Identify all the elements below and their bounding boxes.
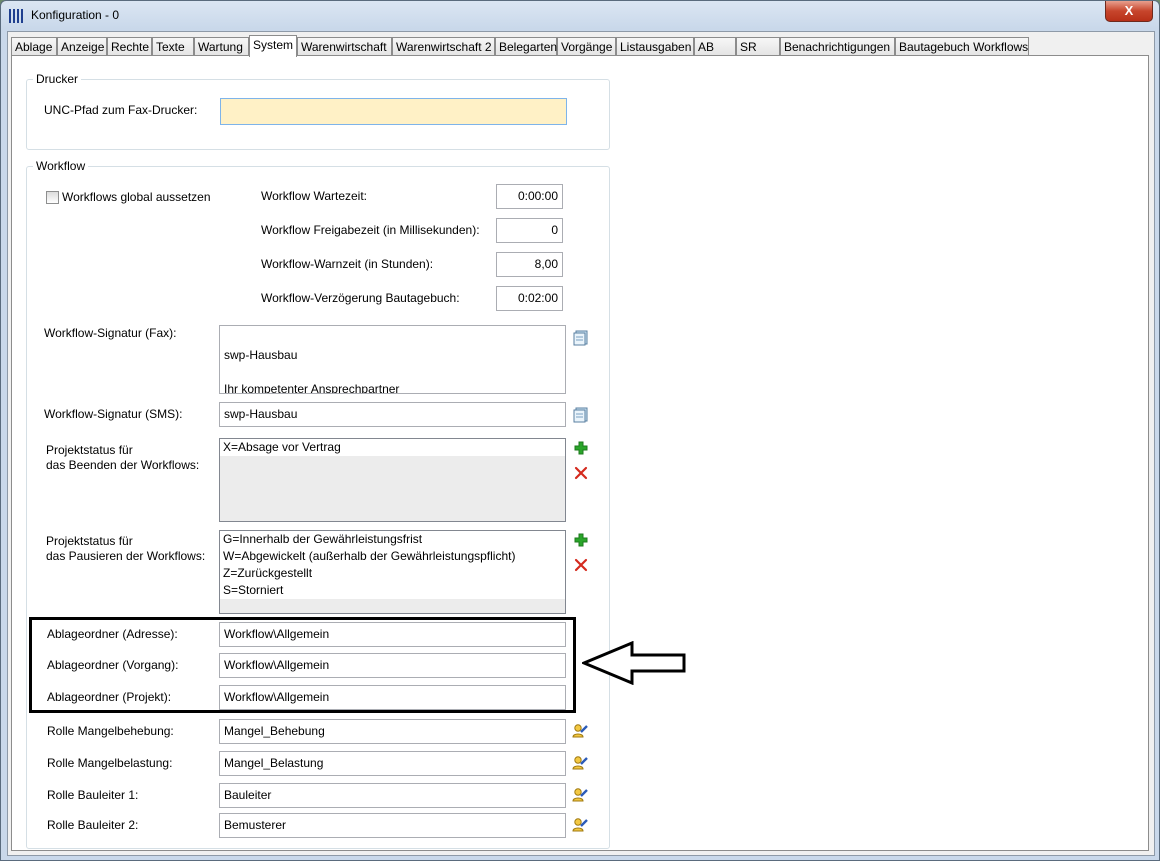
user-select-icon[interactable] — [572, 755, 588, 771]
workflow-group: Workflow Workflows global aussetzen Work… — [26, 159, 610, 849]
role-defect-charge-input[interactable]: Mangel_Belastung — [219, 751, 566, 776]
workflow-legend: Workflow — [33, 159, 89, 173]
tab-wartung[interactable]: Wartung — [194, 37, 249, 56]
memo-line — [224, 364, 561, 381]
config-window: Konfiguration - 0 X Ablage Anzeige Recht… — [0, 0, 1160, 861]
role-site-manager-2-input[interactable]: Bemusterer — [219, 813, 566, 838]
status-pause-listbox[interactable]: G=Innerhalb der Gewährleistungsfrist W=A… — [219, 530, 566, 614]
tab-belegarten[interactable]: Belegarten — [495, 37, 557, 56]
memo-line — [224, 330, 561, 347]
list-item[interactable]: W=Abgewickelt (außerhalb der Gewährleist… — [220, 548, 565, 565]
tab-texte[interactable]: Texte — [152, 37, 194, 56]
tab-warenwirtschaft-2[interactable]: Warenwirtschaft 2 — [392, 37, 495, 56]
status-end-label-1: Projektstatus für — [46, 443, 133, 457]
list-item[interactable]: G=Innerhalb der Gewährleistungsfrist — [220, 531, 565, 548]
tab-warenwirtschaft[interactable]: Warenwirtschaft — [297, 37, 392, 56]
tab-ab[interactable]: AB — [694, 37, 736, 56]
user-select-icon[interactable] — [572, 787, 588, 803]
tab-system[interactable]: System — [249, 35, 297, 57]
suspend-workflows-checkbox[interactable] — [46, 191, 59, 204]
notepad-icon[interactable] — [573, 407, 589, 423]
plus-icon[interactable] — [573, 532, 589, 548]
role-site-manager-1-label: Rolle Bauleiter 1: — [47, 788, 139, 802]
role-site-manager-1-input[interactable]: Bauleiter — [219, 783, 566, 808]
status-end-label-2: das Beenden der Workflows: — [46, 458, 200, 472]
user-select-icon[interactable] — [572, 817, 588, 833]
signature-sms-label: Workflow-Signatur (SMS): — [44, 407, 183, 421]
tab-rechte[interactable]: Rechte — [107, 37, 152, 56]
warn-time-input[interactable]: 8,00 — [496, 252, 563, 277]
plus-icon[interactable] — [573, 440, 589, 456]
tab-vorgaenge[interactable]: Vorgänge — [557, 37, 616, 56]
signature-fax-label: Workflow-Signatur (Fax): — [44, 326, 177, 340]
delay-label: Workflow-Verzögerung Bautagebuch: — [261, 291, 460, 305]
role-site-manager-2-label: Rolle Bauleiter 2: — [47, 818, 139, 832]
role-defect-fix-input[interactable]: Mangel_Behebung — [219, 719, 566, 744]
tab-anzeige[interactable]: Anzeige — [57, 37, 107, 56]
listbox-empty-area — [220, 456, 565, 521]
user-select-icon[interactable] — [572, 723, 588, 739]
title-bar[interactable]: Konfiguration - 0 X — [1, 1, 1159, 31]
list-item[interactable]: S=Storniert — [220, 582, 565, 599]
memo-line: swp-Hausbau — [224, 348, 298, 362]
annotation-arrow-icon — [582, 641, 686, 685]
notepad-icon[interactable] — [573, 330, 589, 346]
wait-time-input[interactable]: 0:00:00 — [496, 184, 563, 209]
role-defect-fix-label: Rolle Mangelbehebung: — [47, 724, 174, 738]
release-time-input[interactable]: 0 — [496, 218, 563, 243]
window-title: Konfiguration - 0 — [31, 8, 120, 22]
tab-ablage[interactable]: Ablage — [11, 37, 57, 56]
listbox-empty-area — [220, 599, 565, 613]
release-time-label: Workflow Freigabezeit (in Millisekunden)… — [261, 223, 480, 237]
delay-input[interactable]: 0:02:00 — [496, 286, 563, 311]
drucker-group: Drucker UNC-Pfad zum Fax-Drucker: — [26, 72, 610, 150]
role-defect-charge-label: Rolle Mangelbelastung: — [47, 756, 173, 770]
list-item[interactable]: X=Absage vor Vertrag — [220, 439, 565, 456]
tab-listausgaben[interactable]: Listausgaben — [616, 37, 694, 56]
signature-fax-memo[interactable]: swp-Hausbau Ihr kompetenter Ansprechpart… — [219, 325, 566, 394]
x-icon[interactable] — [573, 465, 589, 481]
annotation-highlight-box — [29, 617, 576, 713]
system-tab-panel: Drucker UNC-Pfad zum Fax-Drucker: Workfl… — [11, 55, 1149, 851]
signature-sms-input[interactable]: swp-Hausbau — [219, 402, 566, 427]
status-pause-label-1: Projektstatus für — [46, 534, 133, 548]
fax-printer-input[interactable] — [220, 98, 567, 125]
status-end-listbox[interactable]: X=Absage vor Vertrag — [219, 438, 566, 522]
drucker-legend: Drucker — [33, 72, 82, 86]
status-pause-label-2: das Pausieren der Workflows: — [46, 549, 206, 563]
wait-time-label: Workflow Wartezeit: — [261, 189, 368, 203]
app-icon — [9, 9, 25, 23]
warn-time-label: Workflow-Warnzeit (in Stunden): — [261, 257, 434, 271]
client-area: Ablage Anzeige Rechte Texte Wartung Syst… — [7, 31, 1155, 856]
tab-sr[interactable]: SR — [736, 37, 780, 56]
tab-benachrichtigungen[interactable]: Benachrichtigungen — [780, 37, 895, 56]
x-icon[interactable] — [573, 557, 589, 573]
suspend-workflows-label: Workflows global aussetzen — [62, 190, 211, 204]
fax-printer-label: UNC-Pfad zum Fax-Drucker: — [44, 103, 198, 117]
list-item[interactable]: Z=Zurückgestellt — [220, 565, 565, 582]
tab-bautagebuch-workflows[interactable]: Bautagebuch Workflows — [895, 37, 1029, 56]
memo-line: Ihr kompetenter Ansprechpartner — [224, 382, 400, 394]
close-button[interactable]: X — [1105, 1, 1153, 22]
